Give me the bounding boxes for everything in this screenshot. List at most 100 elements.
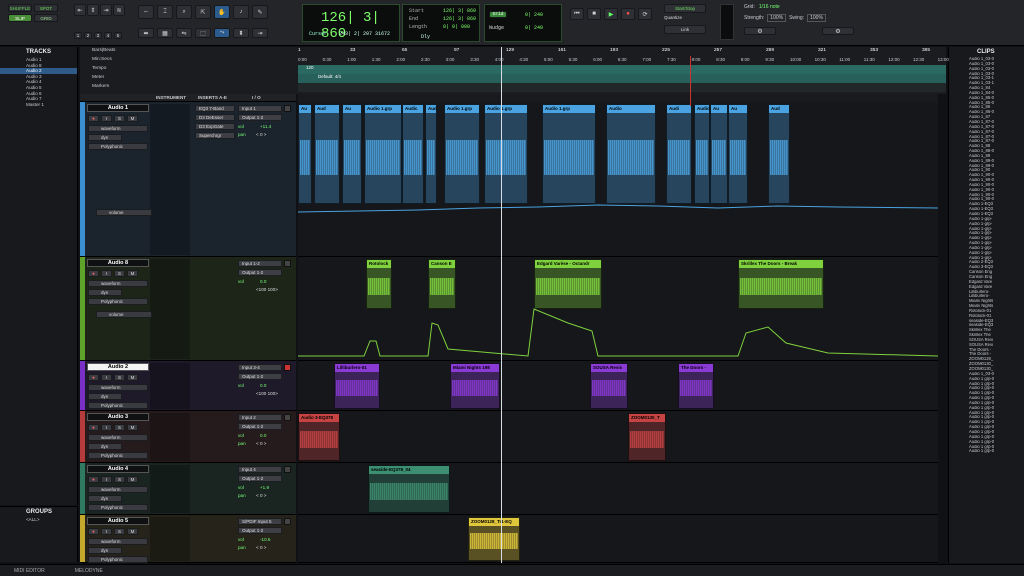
track-header[interactable]: Audio 8 ● I S M waveform dyn Polyphonic Inp… (80, 257, 296, 361)
elastic-select[interactable]: Polyphonic (88, 143, 148, 150)
trim-tool-icon[interactable]: ⇔ (138, 5, 154, 19)
mute-button[interactable]: M (127, 270, 138, 277)
track-meter-button[interactable] (284, 414, 291, 421)
vol-value[interactable]: 0.0 (260, 279, 266, 284)
track-name[interactable]: Audio 3 (87, 413, 149, 421)
track-meter-button[interactable] (284, 364, 291, 371)
output-select[interactable]: Output 1-2 (238, 269, 282, 276)
dyn-select[interactable]: dyn (88, 547, 122, 554)
vol-value[interactable]: +1.9 (260, 485, 269, 490)
insert-slot[interactable]: D3 DeEsser (195, 114, 235, 121)
link-button[interactable]: Link (664, 25, 706, 34)
track-header[interactable]: Audio 3 ● I S M waveform dyn Polyphonic Inp… (80, 411, 296, 463)
dyn-select[interactable]: dyn (88, 134, 122, 141)
input-monitor-button[interactable]: I (101, 528, 112, 535)
dyn-select[interactable]: dyn (88, 289, 122, 296)
smart-tool-icon[interactable]: ⬌ (138, 28, 154, 38)
track-name[interactable]: Audio 2 (87, 363, 149, 371)
track-meter-button[interactable] (284, 260, 291, 267)
record-arm-button[interactable]: ● (88, 424, 99, 431)
mute-button[interactable]: M (127, 476, 138, 483)
pan-value[interactable]: < 0 > (256, 493, 266, 498)
end-value[interactable]: 126| 3| 860 (443, 16, 476, 22)
elastic-select[interactable]: Polyphonic (88, 402, 148, 409)
output-select[interactable]: Output 1-2 (238, 475, 282, 482)
automation-lane[interactable] (298, 102, 938, 257)
tempo-ruler[interactable]: 120 (298, 65, 946, 74)
pan-value[interactable]: < 0 > (256, 132, 266, 137)
group-all[interactable]: <ALL> (0, 517, 77, 522)
selector-tool-icon[interactable]: ⌶ (157, 5, 173, 19)
tab-melodyne[interactable]: MELODYNE (75, 568, 103, 574)
quantize-label[interactable]: Quantize (664, 15, 706, 20)
elastic-select[interactable]: Polyphonic (88, 298, 148, 305)
input-monitor-button[interactable]: I (101, 424, 112, 431)
strength-value[interactable]: 100% (767, 14, 787, 22)
mute-button[interactable]: M (127, 528, 138, 535)
track-lane[interactable]: Rotolock Canson E Edgard Varèse - Octand… (298, 257, 938, 361)
insert-slot[interactable]: EQ3 7-Band (195, 105, 235, 112)
zoom-preset-5[interactable]: 5 (114, 32, 122, 39)
pan-value[interactable]: < 0 > (256, 545, 266, 550)
play-icon[interactable]: ▶ (604, 8, 618, 20)
input-select[interactable]: S/PDIF Input 5 (238, 518, 282, 525)
track-name[interactable]: Audio 8 (87, 259, 149, 267)
insert-slot[interactable]: Superchrgr (195, 132, 235, 139)
input-select[interactable]: Input 3-4 (238, 364, 282, 371)
input-select[interactable]: Input 2 (238, 414, 282, 421)
track-view-select[interactable]: waveform (88, 280, 148, 287)
track-lane[interactable]: ZOOM0128_Tr1-EQ (298, 515, 938, 563)
zoom-preset-3[interactable]: 3 (94, 32, 102, 39)
track-header[interactable]: Audio 2 ● I S M waveform dyn Polyphonic Inp… (80, 361, 296, 411)
record-arm-button[interactable]: ● (88, 476, 99, 483)
stop-icon[interactable]: ■ (587, 8, 601, 20)
tab-midi-editor[interactable]: MIDI EDITOR (14, 568, 45, 574)
shuffle-mode-button[interactable]: SHUFFLE (8, 4, 32, 12)
elastic-select[interactable]: Polyphonic (88, 452, 148, 459)
instrument-slot[interactable] (150, 363, 190, 409)
zoomer-tool-icon[interactable]: ⌕ (176, 5, 192, 19)
audio-clip[interactable]: The Doors - (678, 363, 714, 409)
grid-value[interactable]: 0| 240 (525, 12, 543, 18)
vol-value[interactable]: -10.6 (260, 537, 270, 542)
audio-clip[interactable]: seaside-EQ378_04 (368, 465, 450, 513)
input-select[interactable]: Input 1 (238, 105, 282, 112)
select-all-icon[interactable]: ⬚ (195, 28, 211, 38)
record-arm-button[interactable]: ● (88, 270, 99, 277)
track-view-select[interactable]: waveform (88, 538, 148, 545)
input-select[interactable]: Input 1-2 (238, 260, 282, 267)
tracklist-item[interactable]: Master 1 (0, 102, 77, 108)
grid-badge[interactable]: Grid (489, 11, 507, 18)
scrub-tool-icon[interactable]: ♪ (233, 5, 249, 19)
instrument-slot[interactable] (150, 413, 190, 461)
elastic-select[interactable]: Polyphonic (88, 504, 148, 511)
track-lane[interactable]: Audio 3-EQ378 ZOOM0130_T (298, 411, 938, 463)
pan-value[interactable]: <100 100> (256, 287, 278, 292)
instrument-slot[interactable] (150, 104, 190, 255)
audio-clip[interactable]: Lilliburlero-01 (334, 363, 380, 409)
link-tool-icon[interactable]: ⇋ (176, 28, 192, 38)
mirror-icon[interactable]: ⬍ (233, 28, 249, 38)
insert-slot[interactable]: D3 ExpGate (195, 123, 235, 130)
swing-value[interactable]: 100% (807, 14, 826, 22)
grabber-tool-icon[interactable]: ⇱ (195, 5, 211, 19)
vol-value[interactable]: 0.0 (260, 433, 266, 438)
vol-value[interactable]: +11.4 (260, 124, 271, 129)
nudge-value[interactable]: 0| 240 (525, 25, 543, 31)
track-meter-button[interactable] (284, 518, 291, 525)
audio-clip[interactable]: ZOOM0130_T (628, 413, 666, 461)
tab-to-transient-icon[interactable]: ⤳ (214, 28, 230, 38)
pencil-tool-icon[interactable]: ✎ (252, 5, 268, 19)
slip-mode-button[interactable]: SLIP (8, 14, 32, 22)
markers-ruler[interactable] (298, 83, 946, 92)
track-view-select[interactable]: waveform (88, 434, 148, 441)
output-select[interactable]: Output 1-2 (238, 373, 282, 380)
track-meter-button[interactable] (284, 466, 291, 473)
instrument-slot[interactable] (150, 465, 190, 513)
output-select[interactable]: Output 1-2 (238, 527, 282, 534)
track-view-select[interactable]: waveform (88, 125, 148, 132)
track-lane[interactable]: Au Aud Au Audio 1.grp Audic Audio 1.grp-… (298, 102, 938, 257)
record-icon[interactable]: ● (621, 8, 635, 20)
dyn-select[interactable]: dyn (88, 393, 122, 400)
track-view-select[interactable]: waveform (88, 486, 148, 493)
